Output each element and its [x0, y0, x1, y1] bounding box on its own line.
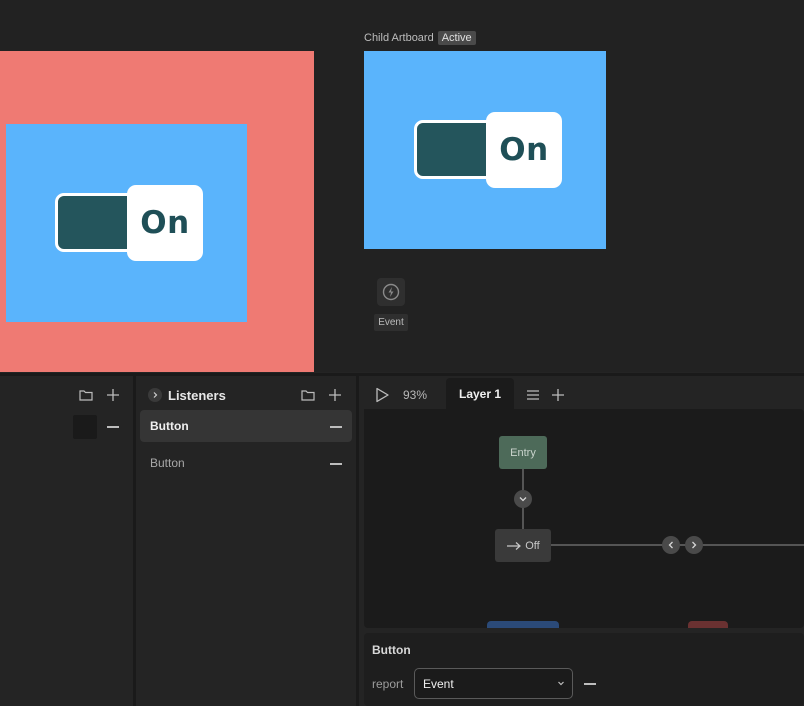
- folder-icon[interactable]: [299, 386, 317, 404]
- listeners-title: Listeners: [168, 388, 226, 403]
- state-node[interactable]: [688, 621, 728, 628]
- event-label: Event: [374, 314, 408, 331]
- properties-title: Button: [372, 643, 411, 657]
- design-canvas[interactable]: On Child Artboard Active On Event: [0, 0, 804, 372]
- input-color-swatch[interactable]: [73, 415, 97, 439]
- remove-icon[interactable]: [107, 426, 119, 428]
- lightning-icon: [377, 278, 405, 306]
- child-artboard[interactable]: On: [364, 51, 606, 249]
- chevron-right-icon[interactable]: [148, 388, 162, 402]
- arrow-right-icon: [507, 541, 522, 550]
- report-value: Event: [423, 676, 454, 691]
- toggle-knob: On: [486, 112, 562, 188]
- tab-layer-1[interactable]: Layer 1: [446, 378, 514, 409]
- parent-artboard[interactable]: On: [0, 51, 314, 372]
- nested-artboard-instance[interactable]: On: [6, 124, 247, 322]
- listener-label: Button: [150, 419, 189, 433]
- zoom-level[interactable]: 93%: [403, 388, 427, 402]
- chevron-down-icon: [558, 681, 564, 686]
- remove-icon[interactable]: [330, 463, 342, 465]
- toggle-label: On: [140, 205, 190, 241]
- remove-icon[interactable]: [584, 683, 596, 685]
- active-badge: Active: [437, 31, 476, 45]
- layer-tab-label: Layer 1: [458, 386, 502, 401]
- menu-icon[interactable]: [524, 386, 542, 404]
- state-graph[interactable]: Entry Off: [364, 409, 804, 628]
- toggle-label: On: [499, 132, 549, 168]
- report-label: report: [372, 677, 404, 691]
- entry-state-node[interactable]: Entry: [499, 436, 547, 469]
- listener-item[interactable]: Button: [140, 447, 352, 479]
- child-artboard-label[interactable]: Child Artboard Active: [364, 31, 476, 45]
- event-node[interactable]: Event: [374, 278, 408, 331]
- toggle-switch[interactable]: On: [414, 112, 562, 188]
- listener-label: Button: [150, 456, 185, 470]
- listener-item[interactable]: Button: [140, 410, 352, 442]
- off-label: Off: [525, 539, 540, 552]
- chevron-right-icon[interactable]: [685, 536, 703, 554]
- artboard-name: Child Artboard: [364, 32, 434, 44]
- add-listener-icon[interactable]: [326, 386, 344, 404]
- entry-label: Entry: [510, 446, 536, 459]
- folder-icon[interactable]: [77, 386, 95, 404]
- chevron-down-icon[interactable]: [514, 490, 532, 508]
- add-icon[interactable]: [104, 386, 122, 404]
- chevron-left-icon[interactable]: [662, 536, 680, 554]
- report-select[interactable]: Event: [414, 668, 573, 699]
- app-root: On Child Artboard Active On Event Listen…: [0, 0, 804, 706]
- state-node[interactable]: [487, 621, 559, 628]
- toggle-knob: On: [127, 185, 203, 261]
- add-layer-icon[interactable]: [549, 386, 567, 404]
- toggle-switch[interactable]: On: [55, 185, 203, 261]
- play-icon[interactable]: [373, 386, 391, 404]
- remove-icon[interactable]: [330, 426, 342, 428]
- off-state-node[interactable]: Off: [495, 529, 551, 562]
